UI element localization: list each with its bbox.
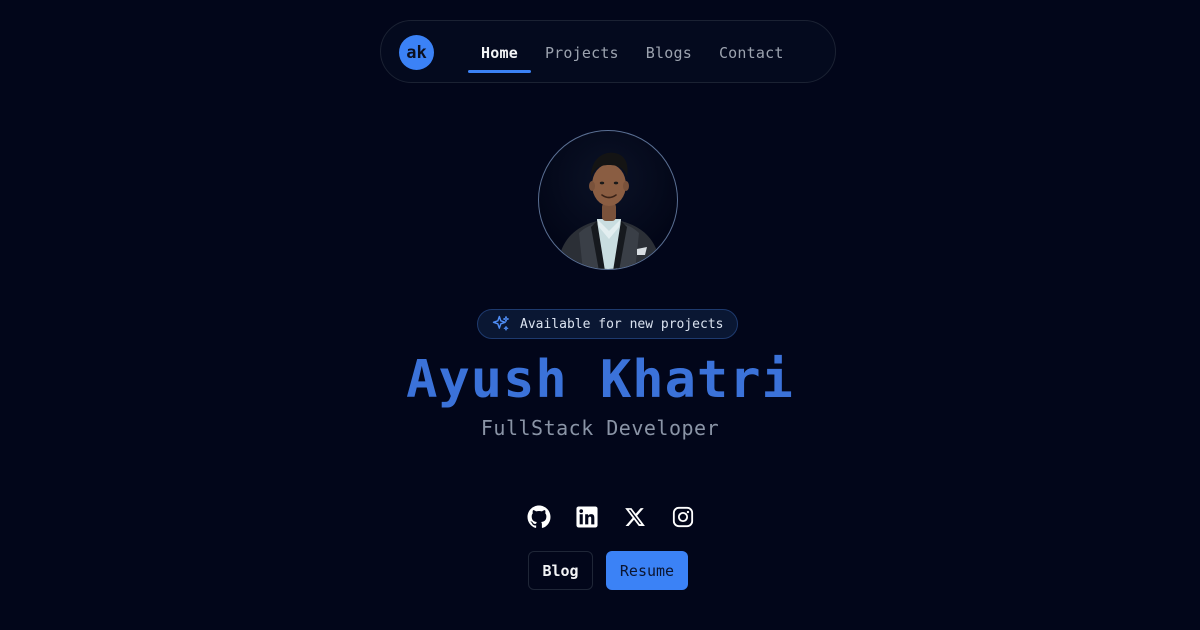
x-icon (625, 508, 645, 526)
profile-avatar (538, 130, 678, 270)
logo-text: ak (406, 42, 427, 63)
nav-links: Home Projects Blogs Contact (468, 21, 784, 84)
resume-button[interactable]: Resume (606, 551, 688, 590)
github-icon (527, 505, 551, 528)
nav-link-blogs[interactable]: Blogs (646, 44, 692, 62)
hero-role: FullStack Developer (480, 416, 720, 440)
x-link[interactable] (622, 504, 648, 530)
availability-text: Available for new projects (520, 316, 724, 332)
nav-link-projects[interactable]: Projects (545, 44, 619, 62)
logo-badge[interactable]: ak (399, 35, 434, 70)
nav-link-contact[interactable]: Contact (719, 44, 784, 62)
instagram-link[interactable] (670, 504, 696, 530)
blog-button[interactable]: Blog (528, 551, 593, 590)
linkedin-icon (576, 506, 598, 528)
top-navbar: ak Home Projects Blogs Contact (380, 20, 836, 83)
profile-photo-illustration (557, 152, 661, 269)
nav-link-home[interactable]: Home (468, 44, 531, 73)
sparkles-icon (492, 315, 510, 331)
social-links (526, 504, 696, 530)
github-link[interactable] (526, 504, 552, 530)
portfolio-page: ak Home Projects Blogs Contact Available… (0, 0, 1200, 630)
linkedin-link[interactable] (574, 504, 600, 530)
instagram-icon (672, 506, 694, 528)
hero-name: Ayush Khatri (406, 350, 794, 410)
availability-badge: Available for new projects (477, 309, 738, 339)
